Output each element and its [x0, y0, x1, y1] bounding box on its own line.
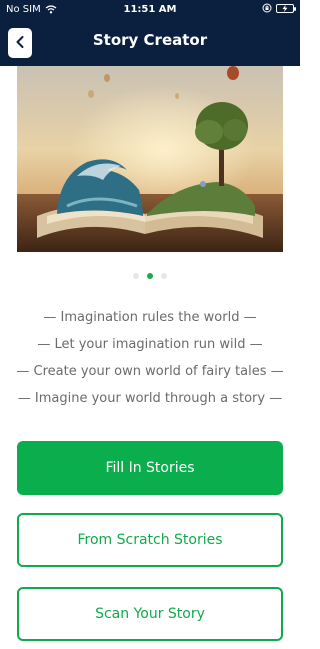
charging-bolt-icon	[282, 4, 288, 12]
tagline: — Let your imagination run wild —	[37, 337, 263, 352]
fill-in-stories-label: Fill In Stories	[105, 460, 195, 476]
orientation-lock-icon	[262, 3, 272, 13]
status-bar: No SIM 11:51 AM	[0, 0, 300, 20]
header: No SIM 11:51 AM Story Creator	[0, 0, 300, 66]
story-creator-screen: No SIM 11:51 AM Story Creator — Imaginat…	[0, 0, 300, 649]
fill-in-stories-button[interactable]: Fill In Stories	[17, 441, 283, 495]
tagline-list: — Imagination rules the world — — Let yo…	[0, 307, 300, 415]
hero-image-carousel[interactable]	[17, 66, 283, 252]
battery-icon	[276, 3, 296, 13]
nav-bar: Story Creator	[0, 20, 300, 66]
from-scratch-stories-label: From Scratch Stories	[77, 532, 223, 548]
open-book-fantasy-image	[17, 66, 283, 252]
tagline: — Imagine your world through a story —	[17, 391, 283, 406]
carousel-dot[interactable]	[161, 273, 167, 279]
status-time: 11:51 AM	[123, 4, 177, 15]
carousel-dot-active[interactable]	[147, 273, 153, 279]
scan-your-story-button[interactable]: Scan Your Story	[17, 587, 283, 641]
from-scratch-stories-button[interactable]: From Scratch Stories	[17, 513, 283, 567]
status-right	[262, 3, 296, 13]
page-title: Story Creator	[92, 31, 208, 49]
scan-your-story-label: Scan Your Story	[95, 606, 205, 622]
tagline: — Create your own world of fairy tales —	[16, 364, 284, 379]
tagline: — Imagination rules the world —	[43, 310, 257, 325]
carousel-dots	[0, 273, 300, 279]
carousel-dot[interactable]	[133, 273, 139, 279]
